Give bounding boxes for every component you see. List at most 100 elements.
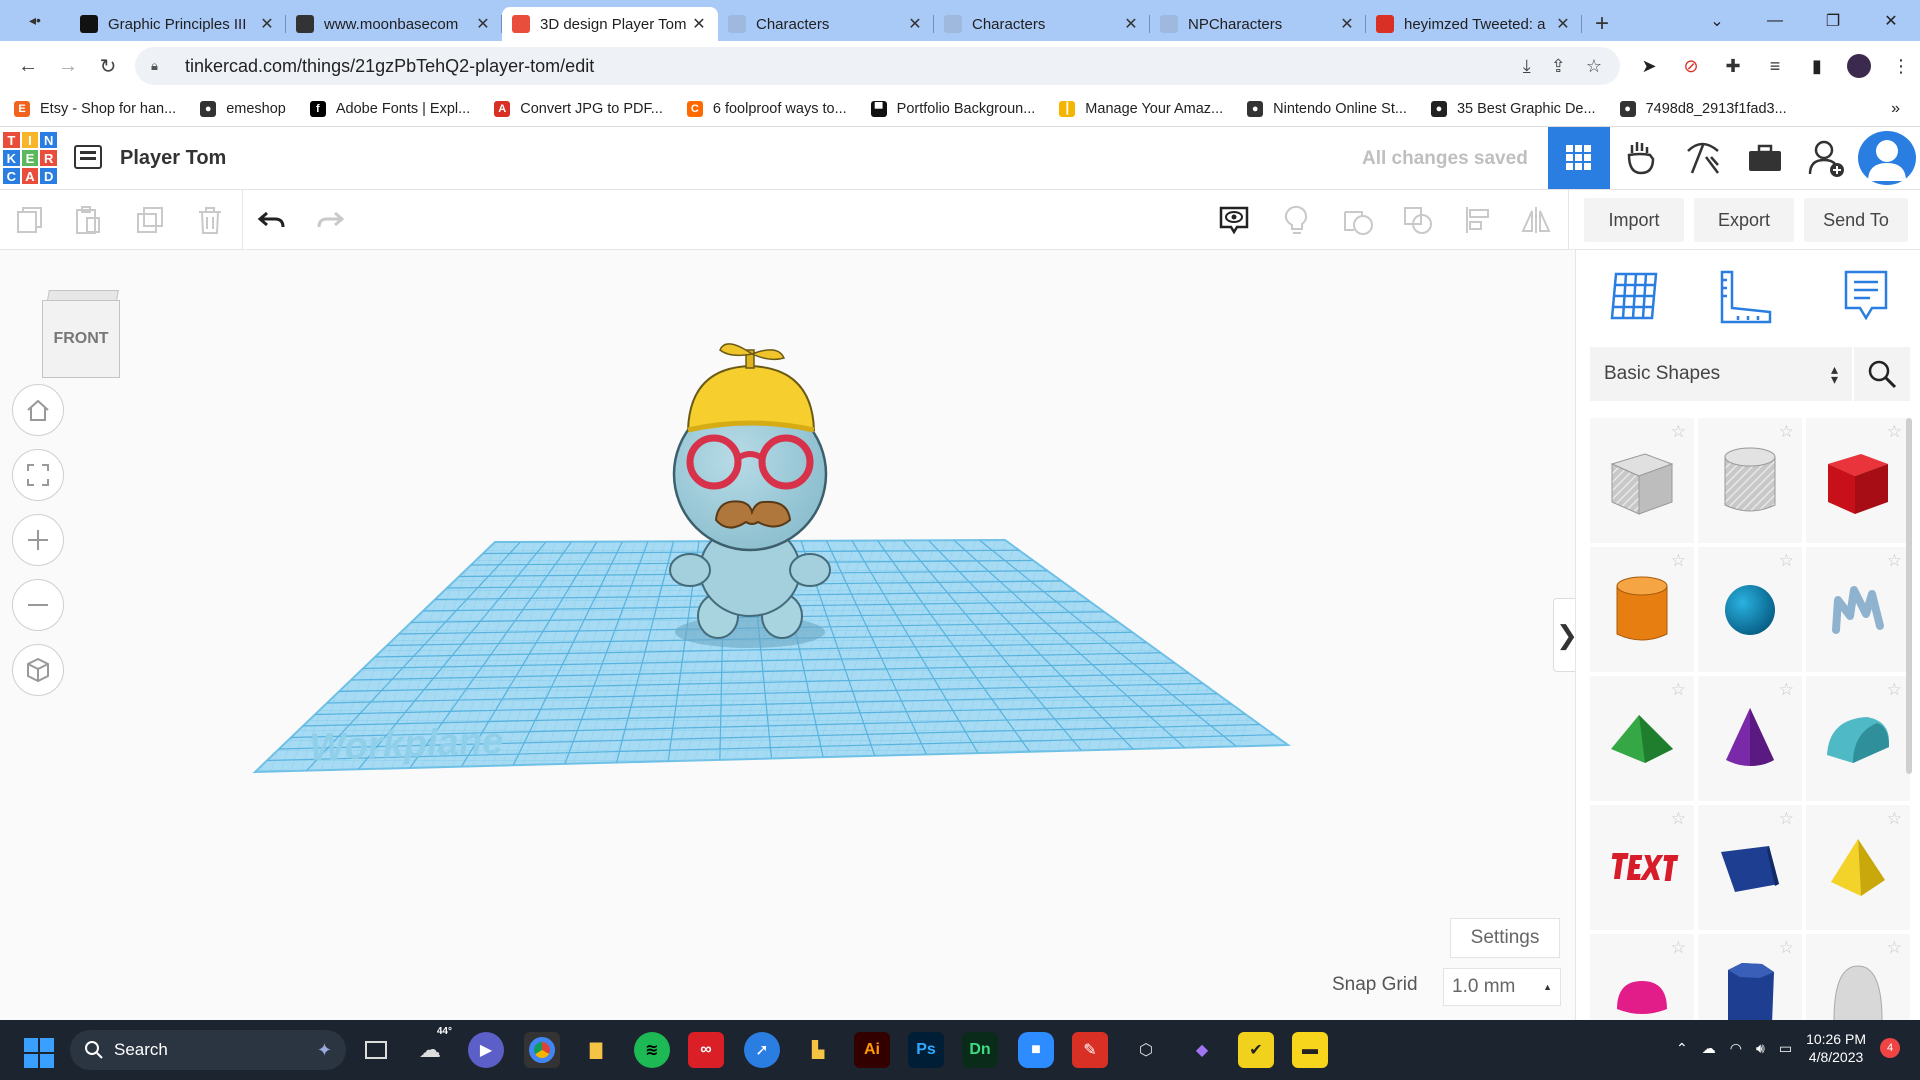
zoom-in-button[interactable] xyxy=(12,514,64,566)
copy-icon[interactable] xyxy=(14,204,46,236)
profile-avatar[interactable] xyxy=(1846,53,1872,79)
star-icon[interactable]: ☆ xyxy=(1779,809,1794,829)
reload-button[interactable]: ↻ xyxy=(88,54,128,79)
back-button[interactable]: ← xyxy=(8,55,48,78)
safari-like-icon[interactable]: ➚ xyxy=(744,1032,780,1068)
acrobat-icon[interactable]: ✎ xyxy=(1072,1032,1108,1068)
undo-icon[interactable] xyxy=(256,204,288,236)
tasks-app-icon[interactable]: ✔ xyxy=(1238,1032,1274,1068)
browser-tab[interactable]: Characters ✕ xyxy=(934,7,1150,41)
dimension-icon[interactable]: Dn xyxy=(962,1032,998,1068)
shape-roof[interactable]: ☆ xyxy=(1590,676,1694,801)
tab-dropdown-icon[interactable]: ⌄ xyxy=(1688,11,1746,31)
star-icon[interactable]: ☆ xyxy=(1779,551,1794,571)
mirror-icon[interactable] xyxy=(1520,204,1552,236)
design-title[interactable]: Player Tom xyxy=(120,147,226,170)
browser-tab[interactable]: Characters ✕ xyxy=(718,7,934,41)
view-cube-front-face[interactable]: FRONT xyxy=(42,300,120,378)
minimize-button[interactable]: — xyxy=(1746,12,1804,30)
lightbulb-icon[interactable] xyxy=(1280,204,1312,236)
shape-hexagonal-prism[interactable]: ☆ xyxy=(1698,934,1802,1020)
add-user-icon[interactable] xyxy=(1796,127,1858,189)
workplane-tool-button[interactable] xyxy=(1606,268,1662,324)
shape-cylinder-hole[interactable]: ☆ xyxy=(1698,418,1802,543)
3d-workspace[interactable]: Workplane FRONT Settings Snap Grid 1.0 m… xyxy=(0,250,1575,1020)
user-avatar[interactable] xyxy=(1858,131,1916,185)
bricks-pickaxe-icon[interactable] xyxy=(1672,127,1734,189)
wifi-icon[interactable]: ◠ xyxy=(1730,1040,1742,1057)
browser-tab[interactable]: NPCharacters ✕ xyxy=(1150,7,1366,41)
shape-scribble[interactable]: ☆ xyxy=(1806,547,1910,672)
redo-icon[interactable] xyxy=(314,204,346,236)
clock[interactable]: 10:26 PM 4/8/2023 xyxy=(1806,1030,1866,1066)
shape-half-sphere[interactable]: ☆ xyxy=(1590,934,1694,1020)
files-icon[interactable]: ▙ xyxy=(800,1032,836,1068)
star-icon[interactable]: ☆ xyxy=(1671,809,1686,829)
bookmark-item[interactable]: ● 35 Best Graphic De... xyxy=(1430,100,1596,117)
chrome-icon[interactable] xyxy=(524,1032,560,1068)
shape-round-roof[interactable]: ☆ xyxy=(1806,676,1910,801)
close-tab-icon[interactable]: ✕ xyxy=(474,14,492,34)
delete-icon[interactable] xyxy=(194,204,226,236)
onedrive-icon[interactable]: ☁ xyxy=(1702,1040,1716,1057)
notification-badge[interactable]: 4 xyxy=(1880,1038,1900,1058)
extensions-puzzle-icon[interactable]: ✚ xyxy=(1720,53,1746,79)
ruler-tool-button[interactable] xyxy=(1718,268,1774,324)
ungroup-icon[interactable] xyxy=(1402,204,1434,236)
close-window-button[interactable]: ✕ xyxy=(1862,11,1920,31)
photoshop-icon[interactable]: Ps xyxy=(908,1032,944,1068)
star-icon[interactable]: ☆ xyxy=(1671,422,1686,442)
unity-icon[interactable]: ⬡ xyxy=(1128,1032,1164,1068)
zoom-out-button[interactable] xyxy=(12,579,64,631)
close-tab-icon[interactable]: ✕ xyxy=(1338,14,1356,34)
bookmark-item[interactable]: C 6 foolproof ways to... xyxy=(686,100,847,117)
shape-pyramid[interactable]: ☆ xyxy=(1806,805,1910,930)
browser-tab[interactable]: heyimzed Tweeted: a ✕ xyxy=(1366,7,1582,41)
group-icon[interactable] xyxy=(1342,204,1374,236)
install-icon[interactable]: ⤓ xyxy=(1523,56,1531,77)
close-tab-icon[interactable]: ✕ xyxy=(906,14,924,34)
fit-view-button[interactable] xyxy=(12,449,64,501)
send-to-button[interactable]: Send To xyxy=(1804,198,1908,242)
bookmarks-overflow-icon[interactable]: » xyxy=(1891,100,1900,118)
browser-tab[interactable]: www.moonbasecom ✕ xyxy=(286,7,502,41)
settings-button[interactable]: Settings xyxy=(1450,918,1560,958)
3d-design-view-button[interactable] xyxy=(1548,127,1610,189)
windows-start-icon[interactable] xyxy=(24,1038,54,1068)
star-icon[interactable]: ☆ xyxy=(1671,680,1686,700)
visual-studio-icon[interactable]: ◆ xyxy=(1184,1032,1220,1068)
star-icon[interactable]: ☆ xyxy=(1671,551,1686,571)
meet-icon[interactable]: ▶ xyxy=(468,1032,504,1068)
paste-icon[interactable] xyxy=(72,204,104,236)
chevron-up-icon[interactable]: ⌃ xyxy=(1676,1040,1688,1057)
star-icon[interactable]: ☆ xyxy=(1671,938,1686,958)
star-icon[interactable]: ☆ xyxy=(1887,938,1902,958)
bookmark-item[interactable]: f Adobe Fonts | Expl... xyxy=(309,100,470,117)
shape-sphere[interactable]: ☆ xyxy=(1698,547,1802,672)
notes-icon[interactable] xyxy=(1218,204,1250,236)
bookmark-item[interactable]: ▀ Portfolio Backgroun... xyxy=(870,100,1035,117)
close-tab-icon[interactable]: ✕ xyxy=(258,14,276,34)
star-icon[interactable]: ☆ xyxy=(1887,551,1902,571)
design-list-icon[interactable] xyxy=(74,145,102,169)
star-icon[interactable]: ☆ xyxy=(1779,680,1794,700)
zoom-icon[interactable]: ■ xyxy=(1018,1032,1054,1068)
bookmark-star-icon[interactable]: ☆ xyxy=(1586,56,1602,77)
reading-list-icon[interactable]: ≡ xyxy=(1762,53,1788,79)
browser-menu-icon[interactable]: ⋮ xyxy=(1888,53,1914,79)
workplane-canvas[interactable]: Workplane xyxy=(0,250,1575,1020)
duplicate-icon[interactable] xyxy=(134,204,166,236)
view-cube[interactable]: FRONT xyxy=(42,290,122,378)
cursor-extension-icon[interactable]: ➤ xyxy=(1636,53,1662,79)
close-tab-icon[interactable]: ✕ xyxy=(690,14,708,34)
new-tab-button[interactable]: + xyxy=(1582,7,1622,41)
home-view-button[interactable] xyxy=(12,384,64,436)
export-button[interactable]: Export xyxy=(1694,198,1794,242)
sticky-notes-icon[interactable]: ▬ xyxy=(1292,1032,1328,1068)
battery-icon[interactable]: ▭ xyxy=(1779,1040,1792,1057)
bookmark-item[interactable]: ┃ Manage Your Amaz... xyxy=(1059,100,1223,117)
forward-button[interactable]: → xyxy=(48,55,88,78)
align-icon[interactable] xyxy=(1462,204,1494,236)
url-field[interactable]: 🔒︎ tinkercad.com/things/21gzPbTehQ2-play… xyxy=(135,47,1620,85)
star-icon[interactable]: ☆ xyxy=(1887,680,1902,700)
